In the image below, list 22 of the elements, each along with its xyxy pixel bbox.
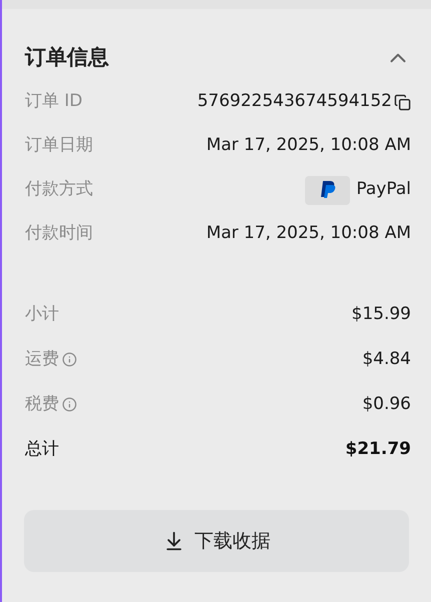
detail-value: PayPal [356,178,411,202]
section-title: 订单信息 [25,44,109,72]
detail-label: 付款时间 [25,222,93,246]
paypal-icon [305,176,350,204]
info-icon[interactable] [62,397,77,412]
detail-value: 576922543674594152 [197,90,392,114]
summary-value: $21.79 [345,438,411,461]
info-icon[interactable] [62,352,77,367]
summary-label: 税费 [25,392,59,416]
copy-icon[interactable] [394,94,411,110]
summary-label: 小计 [25,302,59,326]
detail-label: 订单 ID [25,90,83,114]
detail-label: 订单日期 [25,134,93,158]
download-receipt-button[interactable]: 下载收据 [24,510,409,572]
summary-value: $0.96 [362,392,411,416]
detail-value: Mar 17, 2025, 10:08 AM [206,134,411,158]
summary-label: 运费 [25,348,59,371]
detail-label: 付款方式 [25,178,93,202]
summary-value: $15.99 [352,302,411,326]
summary-value: $4.84 [362,348,411,371]
summary-label: 总计 [25,438,59,461]
detail-value: Mar 17, 2025, 10:08 AM [206,222,411,246]
